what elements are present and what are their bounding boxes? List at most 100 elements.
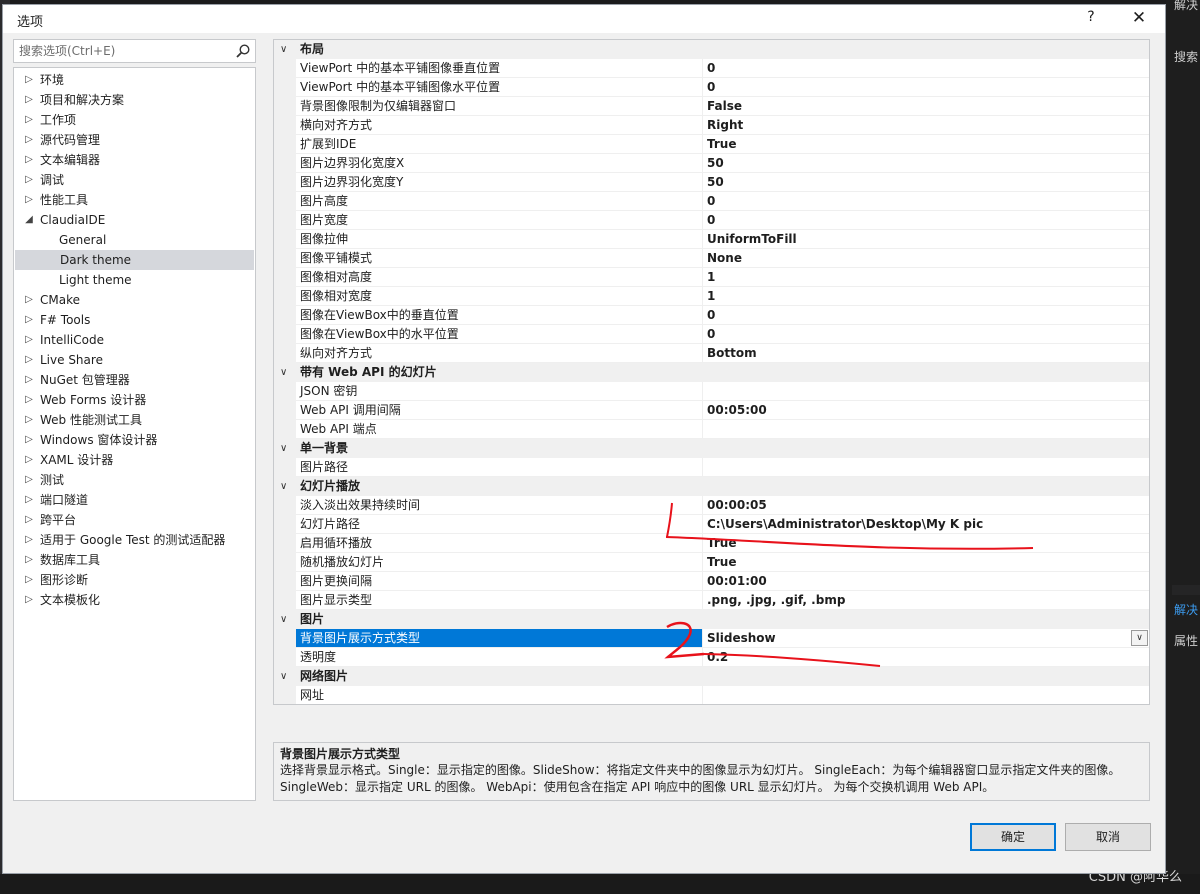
collapsed-arrow-icon[interactable]: ▷	[24, 370, 34, 390]
tree-item[interactable]: ▷ F# Tools	[14, 310, 255, 330]
collapsed-arrow-icon[interactable]: ▷	[24, 570, 34, 590]
property-row[interactable]: 网址	[274, 686, 1149, 704]
tree-item[interactable]: ▷ 图形诊断	[14, 570, 255, 590]
property-row[interactable]: 淡入淡出效果持续时间 00:00:05	[274, 496, 1149, 515]
collapsed-arrow-icon[interactable]: ▷	[24, 110, 34, 130]
property-value[interactable]: Slideshow	[704, 629, 776, 647]
collapsed-arrow-icon[interactable]: ▷	[24, 330, 34, 350]
property-value[interactable]	[704, 458, 707, 476]
tree-item[interactable]: ▷ 文本编辑器	[14, 150, 255, 170]
tree-item[interactable]: ▷ 调试	[14, 170, 255, 190]
collapsed-arrow-icon[interactable]: ▷	[24, 150, 34, 170]
tree-item[interactable]: ▷ 项目和解决方案	[14, 90, 255, 110]
property-value[interactable]: 0.2	[704, 648, 728, 666]
tree-item[interactable]: ▷ XAML 设计器	[14, 450, 255, 470]
property-value[interactable]: True	[704, 534, 736, 552]
tree-item[interactable]: ◢ ClaudiaIDE	[14, 210, 255, 230]
property-category[interactable]: ∨ 布局	[274, 40, 1149, 59]
collapsed-arrow-icon[interactable]: ▷	[24, 190, 34, 210]
property-row[interactable]: Web API 端点	[274, 420, 1149, 439]
collapsed-arrow-icon[interactable]: ▷	[24, 450, 34, 470]
property-row[interactable]: 随机播放幻灯片 True	[274, 553, 1149, 572]
tree-item[interactable]: ▷ 数据库工具	[14, 550, 255, 570]
ok-button[interactable]: 确定	[970, 823, 1056, 851]
tree-item[interactable]: Dark theme	[15, 250, 254, 270]
property-value[interactable]: True	[704, 135, 736, 153]
property-value[interactable]: 0	[704, 325, 715, 343]
property-row[interactable]: 图像相对宽度 1	[274, 287, 1149, 306]
property-row[interactable]: Web API 调用间隔 00:05:00	[274, 401, 1149, 420]
category-collapse-icon[interactable]: ∨	[280, 610, 287, 629]
tree-item[interactable]: ▷ Live Share	[14, 350, 255, 370]
property-category[interactable]: ∨ 图片	[274, 610, 1149, 629]
tree-item[interactable]: ▷ 环境	[14, 70, 255, 90]
tree-item[interactable]: Light theme	[14, 270, 255, 290]
tree-item[interactable]: ▷ 跨平台	[14, 510, 255, 530]
collapsed-arrow-icon[interactable]: ▷	[24, 590, 34, 610]
expanded-arrow-icon[interactable]: ◢	[24, 210, 34, 230]
property-row[interactable]: 图像相对高度 1	[274, 268, 1149, 287]
tree-item[interactable]: ▷ 测试	[14, 470, 255, 490]
category-collapse-icon[interactable]: ∨	[280, 477, 287, 496]
collapsed-arrow-icon[interactable]: ▷	[24, 130, 34, 150]
help-button[interactable]: ?	[1079, 9, 1103, 29]
tree-item[interactable]: ▷ Web Forms 设计器	[14, 390, 255, 410]
collapsed-arrow-icon[interactable]: ▷	[24, 70, 34, 90]
property-row[interactable]: 图片边界羽化宽度X 50	[274, 154, 1149, 173]
property-category[interactable]: ∨ 幻灯片播放	[274, 477, 1149, 496]
property-row[interactable]: 图片更换间隔 00:01:00	[274, 572, 1149, 591]
property-value[interactable]: .png, .jpg, .gif, .bmp	[704, 591, 845, 609]
category-collapse-icon[interactable]: ∨	[280, 667, 287, 686]
property-row[interactable]: 幻灯片路径 C:\Users\Administrator\Desktop\My K…	[274, 515, 1149, 534]
property-value[interactable]: C:\Users\Administrator\Desktop\My K pic	[704, 515, 983, 533]
dropdown-arrow-button[interactable]: ∨	[1131, 630, 1148, 646]
tree-item[interactable]: ▷ Windows 窗体设计器	[14, 430, 255, 450]
close-button[interactable]: ✕	[1127, 8, 1151, 30]
property-row[interactable]: 图片显示类型 .png, .jpg, .gif, .bmp	[274, 591, 1149, 610]
property-row[interactable]: 图像拉伸 UniformToFill	[274, 230, 1149, 249]
property-row[interactable]: 扩展到IDE True	[274, 135, 1149, 154]
collapsed-arrow-icon[interactable]: ▷	[24, 550, 34, 570]
property-row[interactable]: 图片高度 0	[274, 192, 1149, 211]
property-row[interactable]: 图片边界羽化宽度Y 50	[274, 173, 1149, 192]
tree-item[interactable]: ▷ 源代码管理	[14, 130, 255, 150]
property-category[interactable]: ∨ 网络图片	[274, 667, 1149, 686]
collapsed-arrow-icon[interactable]: ▷	[24, 470, 34, 490]
tree-item[interactable]: ▷ NuGet 包管理器	[14, 370, 255, 390]
tree-item[interactable]: General	[14, 230, 255, 250]
property-value[interactable]: 1	[704, 287, 715, 305]
property-row[interactable]: 图片路径	[274, 458, 1149, 477]
property-value[interactable]: 0	[704, 192, 715, 210]
property-value[interactable]: 0	[704, 78, 715, 96]
property-value[interactable]	[704, 686, 707, 704]
collapsed-arrow-icon[interactable]: ▷	[24, 510, 34, 530]
property-row[interactable]: 图片宽度 0	[274, 211, 1149, 230]
property-value[interactable]: Bottom	[704, 344, 757, 362]
property-value[interactable]: UniformToFill	[704, 230, 797, 248]
property-value[interactable]: True	[704, 553, 736, 571]
property-row[interactable]: JSON 密钥	[274, 382, 1149, 401]
tree-item[interactable]: ▷ IntelliCode	[14, 330, 255, 350]
property-row[interactable]: 纵向对齐方式 Bottom	[274, 344, 1149, 363]
property-value[interactable]: 0	[704, 211, 715, 229]
tree-item[interactable]: ▷ 端口隧道	[14, 490, 255, 510]
collapsed-arrow-icon[interactable]: ▷	[24, 390, 34, 410]
cancel-button[interactable]: 取消	[1065, 823, 1151, 851]
collapsed-arrow-icon[interactable]: ▷	[24, 310, 34, 330]
collapsed-arrow-icon[interactable]: ▷	[24, 90, 34, 110]
property-value[interactable]: 00:00:05	[704, 496, 767, 514]
property-value[interactable]	[704, 382, 707, 400]
collapsed-arrow-icon[interactable]: ▷	[24, 410, 34, 430]
collapsed-arrow-icon[interactable]: ▷	[24, 170, 34, 190]
tree-item[interactable]: ▷ 文本模板化	[14, 590, 255, 610]
collapsed-arrow-icon[interactable]: ▷	[24, 530, 34, 550]
property-value[interactable]: False	[704, 97, 742, 115]
tree-item[interactable]: ▷ CMake	[14, 290, 255, 310]
property-row[interactable]: 图像在ViewBox中的水平位置 0	[274, 325, 1149, 344]
ide-solution-tab[interactable]: 解决	[1174, 601, 1198, 618]
property-value[interactable]	[704, 420, 707, 438]
property-row[interactable]: 背景图片展示方式类型 Slideshow ∨	[274, 629, 1149, 648]
tree-item[interactable]: ▷ 工作项	[14, 110, 255, 130]
search-icon[interactable]	[235, 43, 251, 59]
property-row[interactable]: ViewPort 中的基本平铺图像水平位置 0	[274, 78, 1149, 97]
